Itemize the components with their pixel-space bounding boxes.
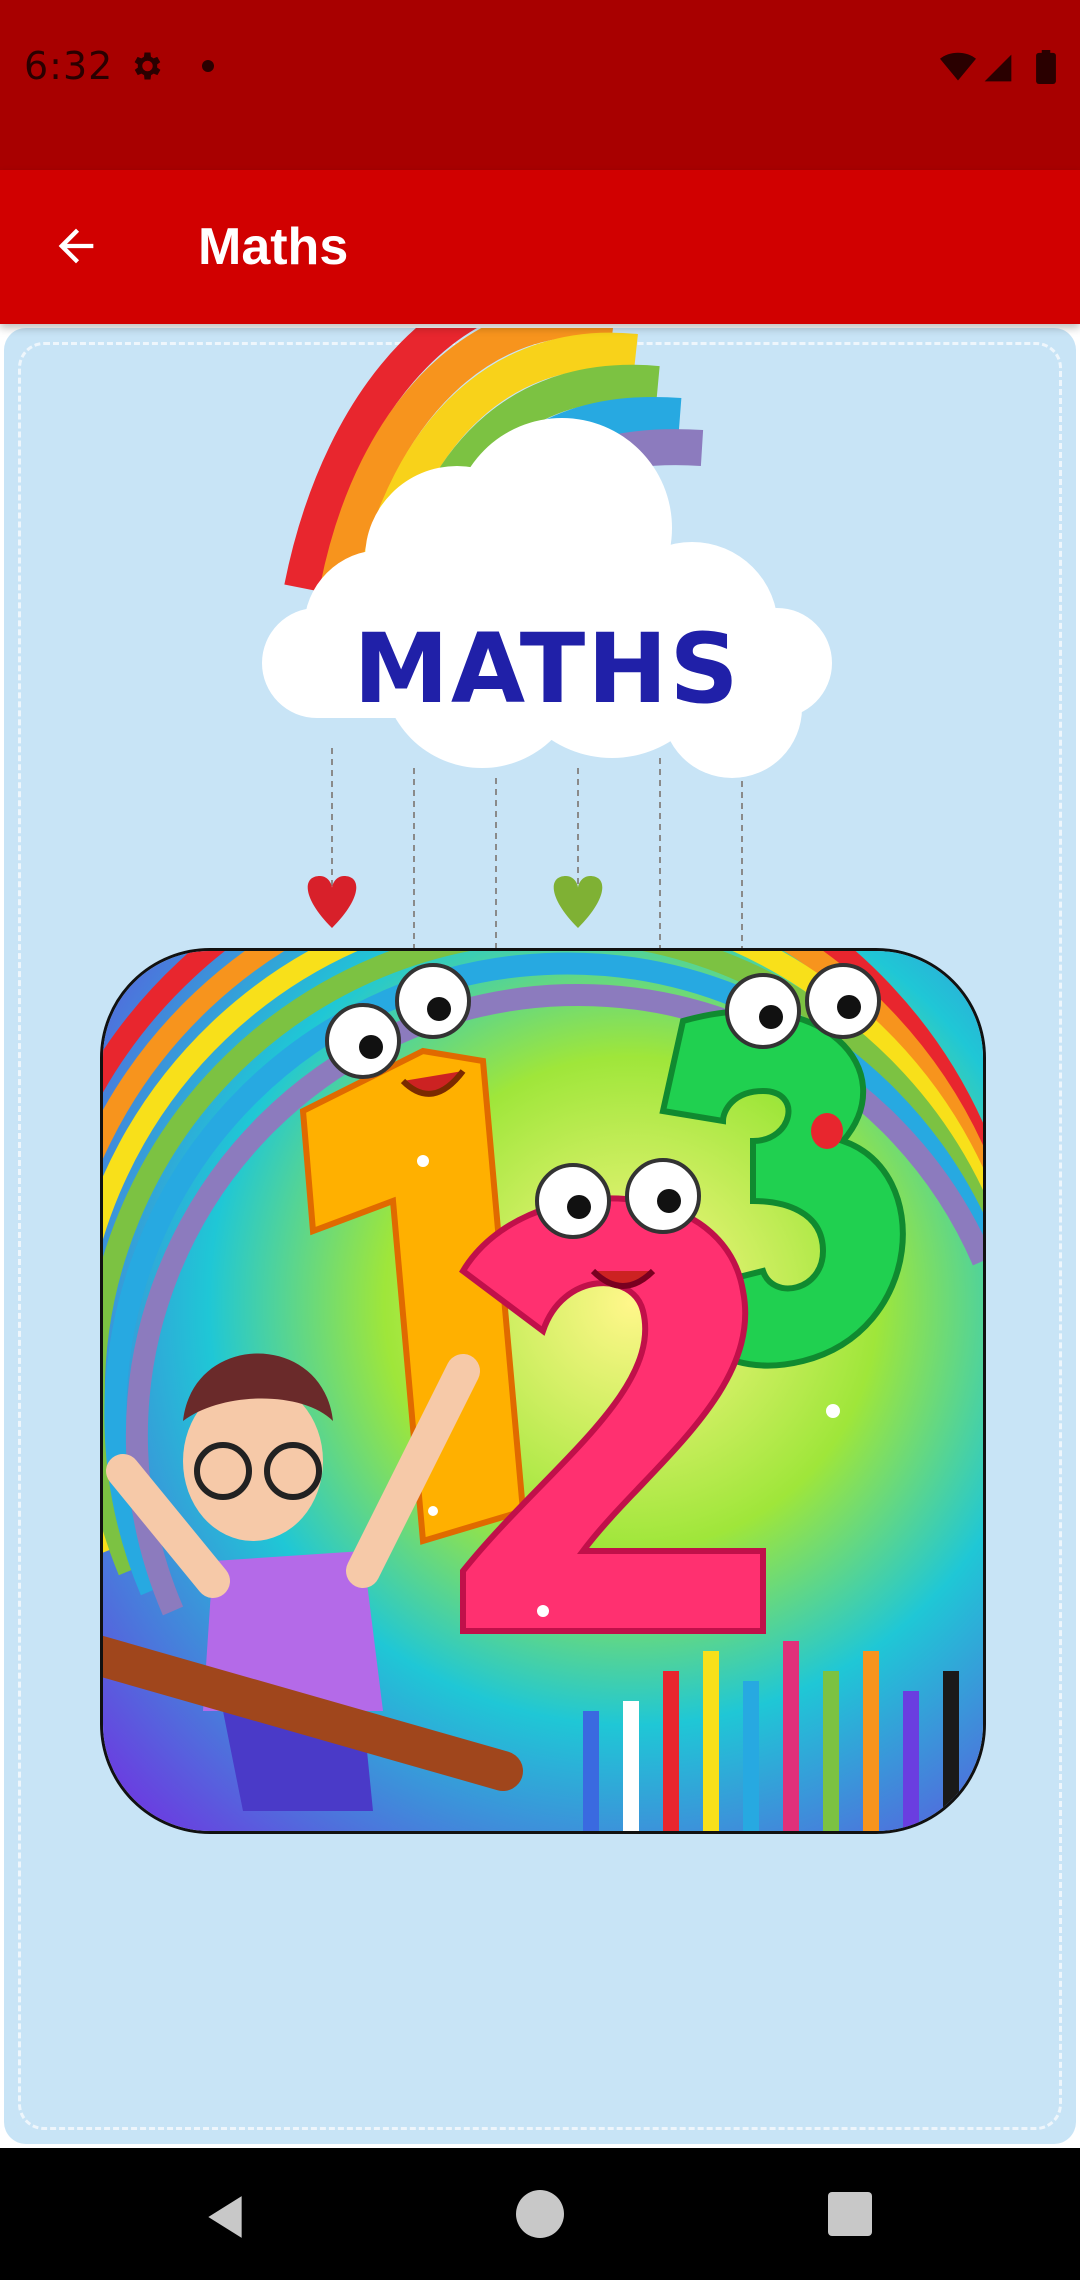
numbers-123-illustration[interactable] (100, 948, 986, 1834)
maths-card[interactable]: MATHS (4, 267, 1076, 2144)
dot-icon (202, 60, 214, 72)
maths-banner: MATHS (262, 267, 832, 948)
page-title: Maths (198, 218, 349, 276)
nav-home-icon[interactable] (516, 2190, 564, 2238)
content-area: MATHS (0, 267, 1080, 2148)
arrow-back-icon (58, 228, 94, 264)
gear-icon (134, 52, 161, 80)
status-bar: 6:32 (0, 0, 1080, 170)
back-button[interactable] (40, 210, 112, 282)
status-time: 6:32 (24, 44, 114, 88)
app-bar: Maths (0, 170, 1080, 324)
wifi-icon (940, 52, 976, 81)
nav-recents-icon[interactable] (828, 2192, 872, 2236)
battery-icon (1036, 50, 1056, 84)
banner-title: MATHS (353, 613, 741, 725)
nav-back-icon[interactable] (200, 2192, 250, 2242)
signal-icon (984, 54, 1012, 82)
